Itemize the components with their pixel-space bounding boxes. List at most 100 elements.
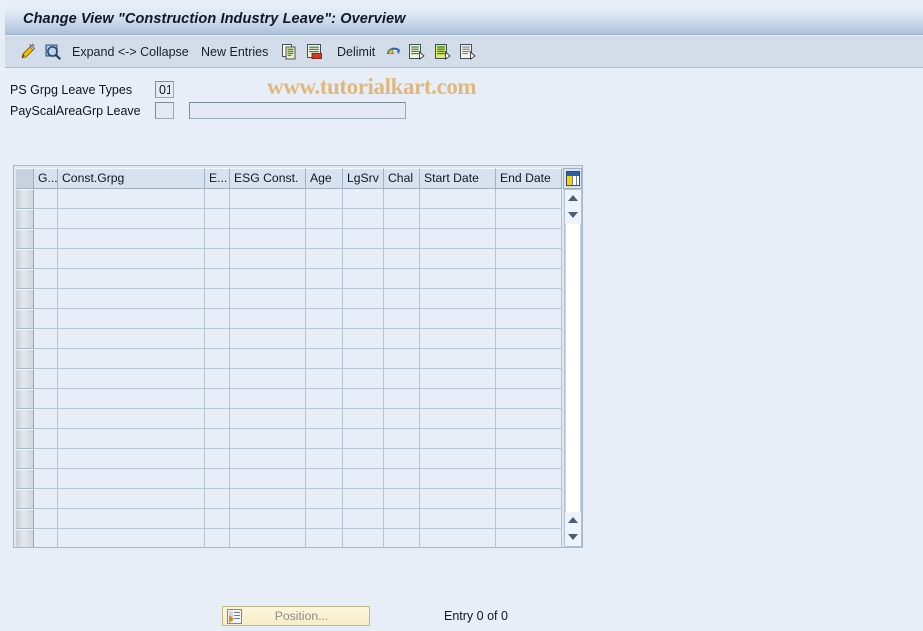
payscal-area-grp-leave-input[interactable] — [155, 102, 174, 119]
cell-col-chal[interactable] — [384, 369, 420, 389]
cell-col-lgsrv[interactable] — [343, 409, 384, 429]
table-header-col-chal[interactable]: Chal — [384, 168, 420, 189]
table-row[interactable] — [16, 529, 562, 547]
cell-col-end-date[interactable] — [496, 409, 562, 429]
cell-col-chal[interactable] — [384, 229, 420, 249]
ps-grpg-leave-types-input[interactable] — [155, 81, 174, 98]
cell-col-age[interactable] — [306, 309, 343, 329]
cell-col-const-grpg[interactable] — [58, 489, 205, 509]
cell-col-esg-const[interactable] — [230, 249, 306, 269]
table-header-col-e[interactable]: E... — [205, 168, 230, 189]
cell-col-age[interactable] — [306, 489, 343, 509]
scroll-page-up-button[interactable] — [565, 207, 581, 223]
cell-col-g[interactable] — [34, 469, 58, 489]
cell-col-chal[interactable] — [384, 309, 420, 329]
cell-col-g[interactable] — [34, 389, 58, 409]
copy-as-icon[interactable] — [281, 36, 299, 68]
expand-collapse-button[interactable]: Expand <-> Collapse — [72, 36, 189, 68]
cell-col-lgsrv[interactable] — [343, 309, 384, 329]
cell-col-esg-const[interactable] — [230, 509, 306, 529]
cell-col-lgsrv[interactable] — [343, 329, 384, 349]
edit-pencil-icon[interactable] — [19, 36, 37, 68]
row-selector-cell[interactable] — [16, 529, 34, 547]
cell-col-lgsrv[interactable] — [343, 529, 384, 547]
cell-col-age[interactable] — [306, 509, 343, 529]
cell-col-chal[interactable] — [384, 529, 420, 547]
cell-col-age[interactable] — [306, 229, 343, 249]
payscal-area-grp-leave-description[interactable] — [189, 102, 406, 119]
next-entry-icon[interactable] — [434, 36, 452, 68]
cell-col-g[interactable] — [34, 449, 58, 469]
cell-col-chal[interactable] — [384, 289, 420, 309]
cell-col-esg-const[interactable] — [230, 189, 306, 209]
table-row[interactable] — [16, 269, 562, 289]
table-row[interactable] — [16, 189, 562, 209]
table-row[interactable] — [16, 349, 562, 369]
cell-col-g[interactable] — [34, 309, 58, 329]
cell-col-lgsrv[interactable] — [343, 389, 384, 409]
delimit-button[interactable]: Delimit — [337, 36, 375, 68]
cell-col-chal[interactable] — [384, 409, 420, 429]
cell-col-chal[interactable] — [384, 389, 420, 409]
cell-col-const-grpg[interactable] — [58, 509, 205, 529]
cell-col-lgsrv[interactable] — [343, 449, 384, 469]
cell-col-e[interactable] — [205, 229, 230, 249]
row-selector-cell[interactable] — [16, 469, 34, 489]
row-selector-cell[interactable] — [16, 189, 34, 209]
cell-col-age[interactable] — [306, 449, 343, 469]
row-selector-cell[interactable] — [16, 369, 34, 389]
scrollbar-track[interactable] — [565, 224, 581, 512]
cell-col-e[interactable] — [205, 329, 230, 349]
cell-col-age[interactable] — [306, 389, 343, 409]
cell-col-chal[interactable] — [384, 249, 420, 269]
cell-col-end-date[interactable] — [496, 309, 562, 329]
cell-col-const-grpg[interactable] — [58, 209, 205, 229]
cell-col-g[interactable] — [34, 489, 58, 509]
cell-col-start-date[interactable] — [420, 449, 496, 469]
row-selector-cell[interactable] — [16, 489, 34, 509]
table-settings-icon[interactable] — [563, 168, 582, 189]
cell-col-age[interactable] — [306, 269, 343, 289]
undo-icon[interactable] — [385, 36, 403, 68]
cell-col-esg-const[interactable] — [230, 269, 306, 289]
cell-col-chal[interactable] — [384, 329, 420, 349]
cell-col-lgsrv[interactable] — [343, 469, 384, 489]
table-row[interactable] — [16, 509, 562, 529]
row-selector-cell[interactable] — [16, 409, 34, 429]
cell-col-start-date[interactable] — [420, 389, 496, 409]
cell-col-end-date[interactable] — [496, 249, 562, 269]
cell-col-const-grpg[interactable] — [58, 349, 205, 369]
cell-col-chal[interactable] — [384, 489, 420, 509]
cell-col-g[interactable] — [34, 209, 58, 229]
row-selector-cell[interactable] — [16, 329, 34, 349]
cell-col-e[interactable] — [205, 489, 230, 509]
cell-col-esg-const[interactable] — [230, 209, 306, 229]
cell-col-lgsrv[interactable] — [343, 209, 384, 229]
cell-col-start-date[interactable] — [420, 229, 496, 249]
row-selector-cell[interactable] — [16, 209, 34, 229]
cell-col-start-date[interactable] — [420, 189, 496, 209]
cell-col-age[interactable] — [306, 369, 343, 389]
row-selector-cell[interactable] — [16, 289, 34, 309]
cell-col-chal[interactable] — [384, 189, 420, 209]
cell-col-g[interactable] — [34, 529, 58, 547]
cell-col-esg-const[interactable] — [230, 469, 306, 489]
cell-col-esg-const[interactable] — [230, 449, 306, 469]
cell-col-esg-const[interactable] — [230, 409, 306, 429]
cell-col-start-date[interactable] — [420, 249, 496, 269]
cell-col-e[interactable] — [205, 289, 230, 309]
table-row[interactable] — [16, 249, 562, 269]
cell-col-end-date[interactable] — [496, 429, 562, 449]
cell-col-chal[interactable] — [384, 209, 420, 229]
table-row[interactable] — [16, 429, 562, 449]
cell-col-g[interactable] — [34, 189, 58, 209]
cell-col-end-date[interactable] — [496, 389, 562, 409]
cell-col-g[interactable] — [34, 509, 58, 529]
cell-col-esg-const[interactable] — [230, 489, 306, 509]
cell-col-age[interactable] — [306, 189, 343, 209]
cell-col-lgsrv[interactable] — [343, 509, 384, 529]
row-selector-cell[interactable] — [16, 429, 34, 449]
cell-col-g[interactable] — [34, 249, 58, 269]
table-row[interactable] — [16, 409, 562, 429]
cell-col-g[interactable] — [34, 349, 58, 369]
